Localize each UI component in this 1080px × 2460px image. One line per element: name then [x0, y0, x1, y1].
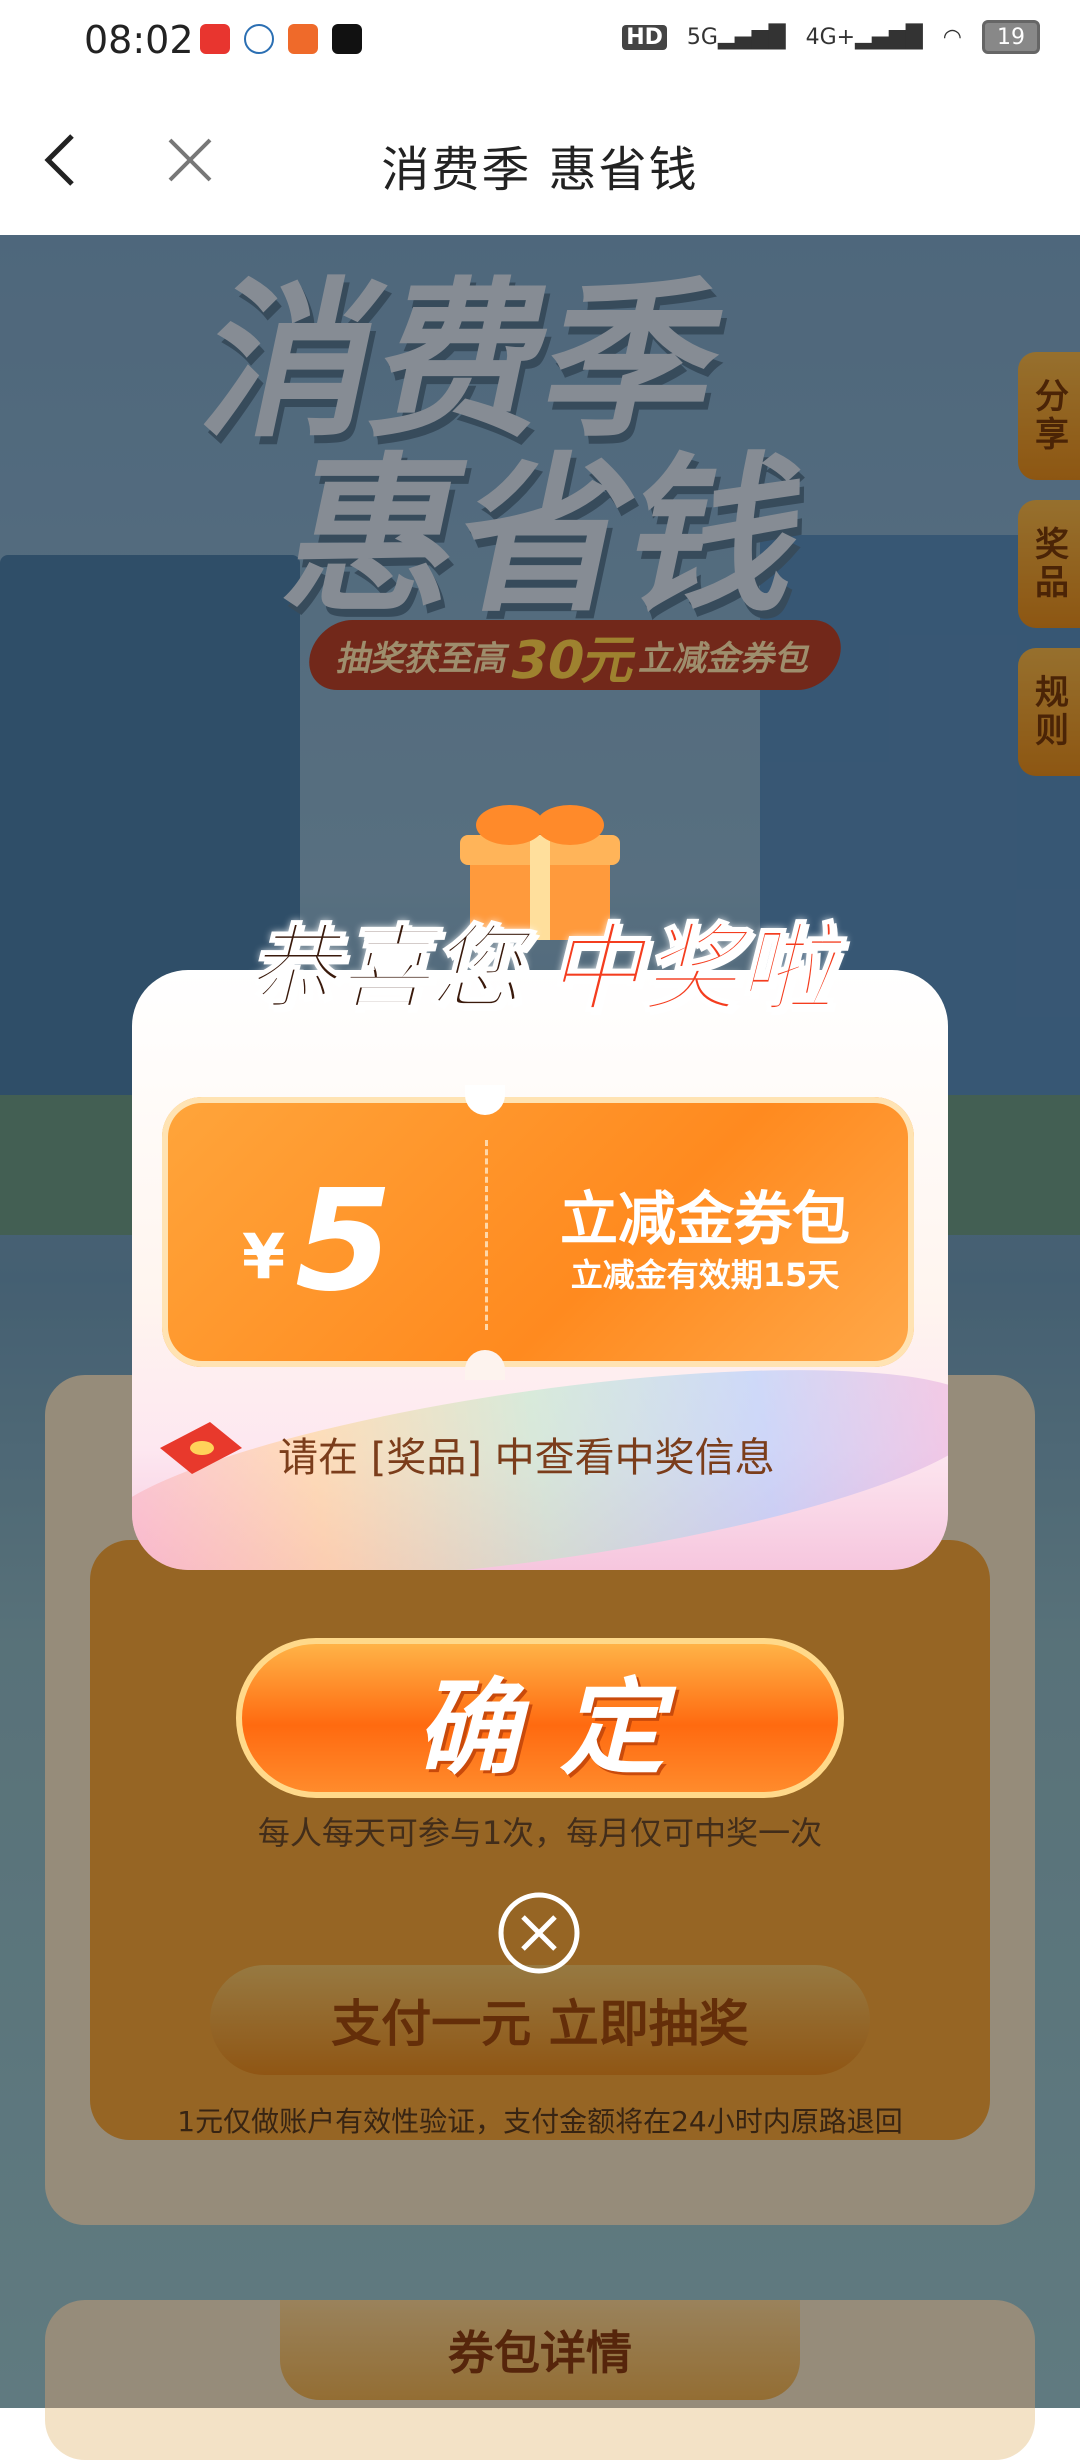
- confirm-button[interactable]: 确定: [236, 1638, 844, 1798]
- coupon-amount: 5: [295, 1160, 393, 1323]
- notification-app-2-icon: [244, 24, 274, 54]
- tiktok-icon: [332, 24, 362, 54]
- hd-indicator: HD: [622, 24, 667, 50]
- nav-bar: 消费季 惠省钱: [0, 90, 1080, 235]
- wifi-icon: ◠: [942, 24, 962, 50]
- status-time: 08:02: [84, 18, 194, 62]
- close-circle-icon[interactable]: [496, 1890, 582, 1976]
- signal-5g-icon: 5G▂▄▆█: [686, 24, 786, 50]
- battery-icon: 19: [982, 20, 1040, 54]
- status-app-icons: [200, 24, 362, 54]
- red-envelope-icon: [160, 1422, 242, 1474]
- status-indicators: HD 5G▂▄▆█ 4G+▂▄▆█ ◠ 19: [622, 20, 1040, 54]
- congrats-heading: 恭喜您 中奖啦: [245, 912, 835, 1026]
- coupon-currency: ¥: [242, 1220, 286, 1293]
- coupon-validity: 立减金有效期15天: [570, 1256, 840, 1294]
- signal-4g-icon: 4G+▂▄▆█: [805, 24, 923, 50]
- coupon-divider: [485, 1140, 488, 1330]
- notification-app-3-icon: [288, 24, 318, 54]
- status-bar: 08:02 HD 5G▂▄▆█ 4G+▂▄▆█ ◠ 19: [0, 0, 1080, 90]
- page-title: 消费季 惠省钱: [381, 142, 699, 198]
- prize-notice: 请在 [奖品] 中查看中奖信息: [278, 1435, 775, 1481]
- notification-app-1-icon: [200, 24, 230, 54]
- coupon-name: 立减金券包: [559, 1185, 850, 1253]
